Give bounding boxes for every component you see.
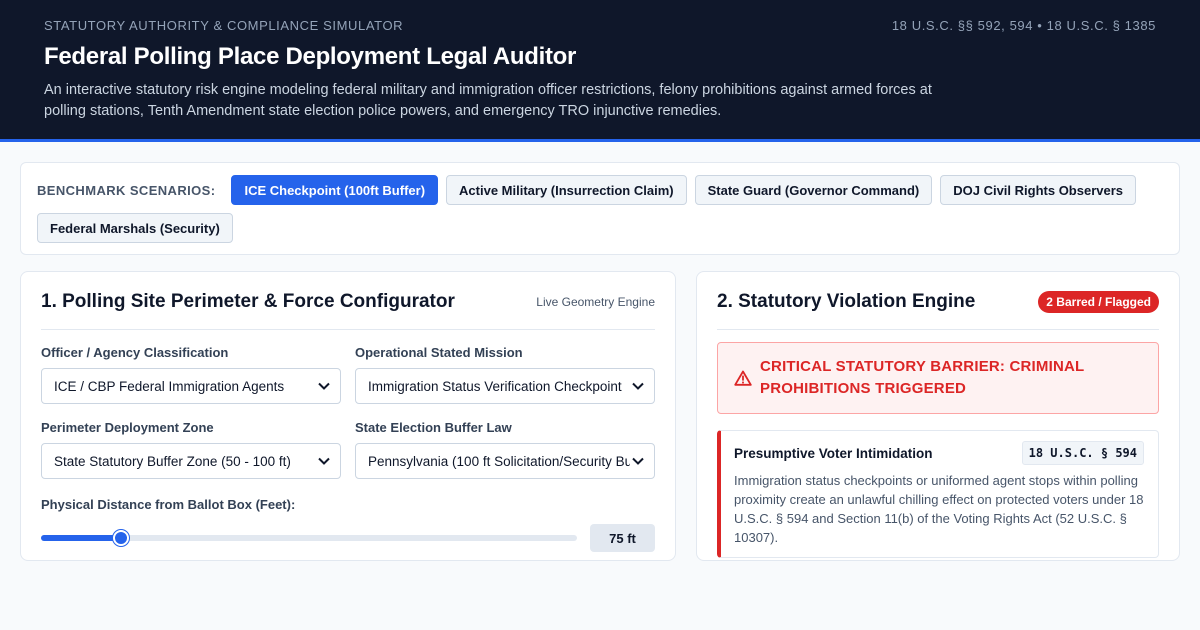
distance-slider[interactable] xyxy=(41,530,577,546)
distance-value-readout: 75 ft xyxy=(590,524,655,552)
violation-description: Immigration status checkpoints or unifor… xyxy=(734,473,1144,545)
chevron-down-icon xyxy=(316,457,332,465)
engine-title: 2. Statutory Violation Engine xyxy=(717,290,976,312)
scenario-federal-marshals-button[interactable]: Federal Marshals (Security) xyxy=(37,213,233,243)
scenario-ice-checkpoint-button[interactable]: ICE Checkpoint (100ft Buffer) xyxy=(231,175,439,205)
mission-select[interactable]: Immigration Status Verification Checkpoi… xyxy=(355,368,655,404)
violation-title: Presumptive Voter Intimidation xyxy=(734,445,933,461)
officer-select-value: ICE / CBP Federal Immigration Agents xyxy=(54,378,285,394)
configurator-panel: 1. Polling Site Perimeter & Force Config… xyxy=(20,271,676,561)
violation-engine-panel: 2. Statutory Violation Engine 2 Barred /… xyxy=(696,271,1180,561)
buffer-law-label: State Election Buffer Law xyxy=(355,420,512,435)
scenarios-label: BENCHMARK SCENARIOS: xyxy=(37,182,216,198)
mission-label: Operational Stated Mission xyxy=(355,345,523,360)
distance-slider-row: 75 ft xyxy=(41,524,655,552)
buffer-law-field: State Election Buffer Law Pennsylvania (… xyxy=(355,420,655,479)
header-citation: 18 U.S.C. §§ 592, 594 • 18 U.S.C. § 1385 xyxy=(891,18,1156,33)
violation-card: Presumptive Voter Intimidation 18 U.S.C.… xyxy=(717,430,1159,558)
scenario-doj-observers-button[interactable]: DOJ Civil Rights Observers xyxy=(940,175,1137,205)
scenario-active-military-button[interactable]: Active Military (Insurrection Claim) xyxy=(446,175,687,205)
zone-select-value: State Statutory Buffer Zone (50 - 100 ft… xyxy=(54,453,291,469)
app-header: STATUTORY AUTHORITY & COMPLIANCE SIMULAT… xyxy=(0,0,1200,142)
mission-field: Operational Stated Mission Immigration S… xyxy=(355,345,655,404)
zone-field: Perimeter Deployment Zone State Statutor… xyxy=(41,420,341,479)
buffer-law-select-value: Pennsylvania (100 ft Solicitation/Securi… xyxy=(368,453,630,469)
warning-icon xyxy=(734,370,752,386)
officer-field: Officer / Agency Classification ICE / CB… xyxy=(41,345,341,404)
distance-label: Physical Distance from Ballot Box (Feet)… xyxy=(41,497,296,512)
geometry-engine-note: Live Geometry Engine xyxy=(536,294,655,309)
distance-slider-fill xyxy=(41,535,122,541)
statute-code-tag: 18 U.S.C. § 594 xyxy=(1021,441,1144,465)
page-title: Federal Polling Place Deployment Legal A… xyxy=(44,43,577,70)
alert-text: CRITICAL STATUTORY BARRIER: CRIMINAL PRO… xyxy=(760,358,1085,397)
buffer-law-select[interactable]: Pennsylvania (100 ft Solicitation/Securi… xyxy=(355,443,655,479)
chevron-down-icon xyxy=(630,382,646,390)
critical-barrier-alert: CRITICAL STATUTORY BARRIER: CRIMINAL PRO… xyxy=(717,342,1159,414)
status-badge: 2 Barred / Flagged xyxy=(1038,290,1159,313)
engine-header: 2. Statutory Violation Engine 2 Barred /… xyxy=(717,272,1159,330)
officer-label: Officer / Agency Classification xyxy=(41,345,229,360)
mission-select-value: Immigration Status Verification Checkpoi… xyxy=(368,378,622,394)
zone-label: Perimeter Deployment Zone xyxy=(41,420,214,435)
page-subtitle: An interactive statutory risk engine mod… xyxy=(44,82,932,119)
chevron-down-icon xyxy=(630,457,646,465)
scenario-state-guard-button[interactable]: State Guard (Governor Command) xyxy=(694,175,933,205)
officer-select[interactable]: ICE / CBP Federal Immigration Agents xyxy=(41,368,341,404)
benchmark-scenarios-bar: BENCHMARK SCENARIOS: ICE Checkpoint (100… xyxy=(20,162,1180,255)
configurator-title: 1. Polling Site Perimeter & Force Config… xyxy=(41,290,455,312)
configurator-header: 1. Polling Site Perimeter & Force Config… xyxy=(41,272,655,330)
distance-slider-handle[interactable] xyxy=(113,530,130,546)
chevron-down-icon xyxy=(316,382,332,390)
zone-select[interactable]: State Statutory Buffer Zone (50 - 100 ft… xyxy=(41,443,341,479)
